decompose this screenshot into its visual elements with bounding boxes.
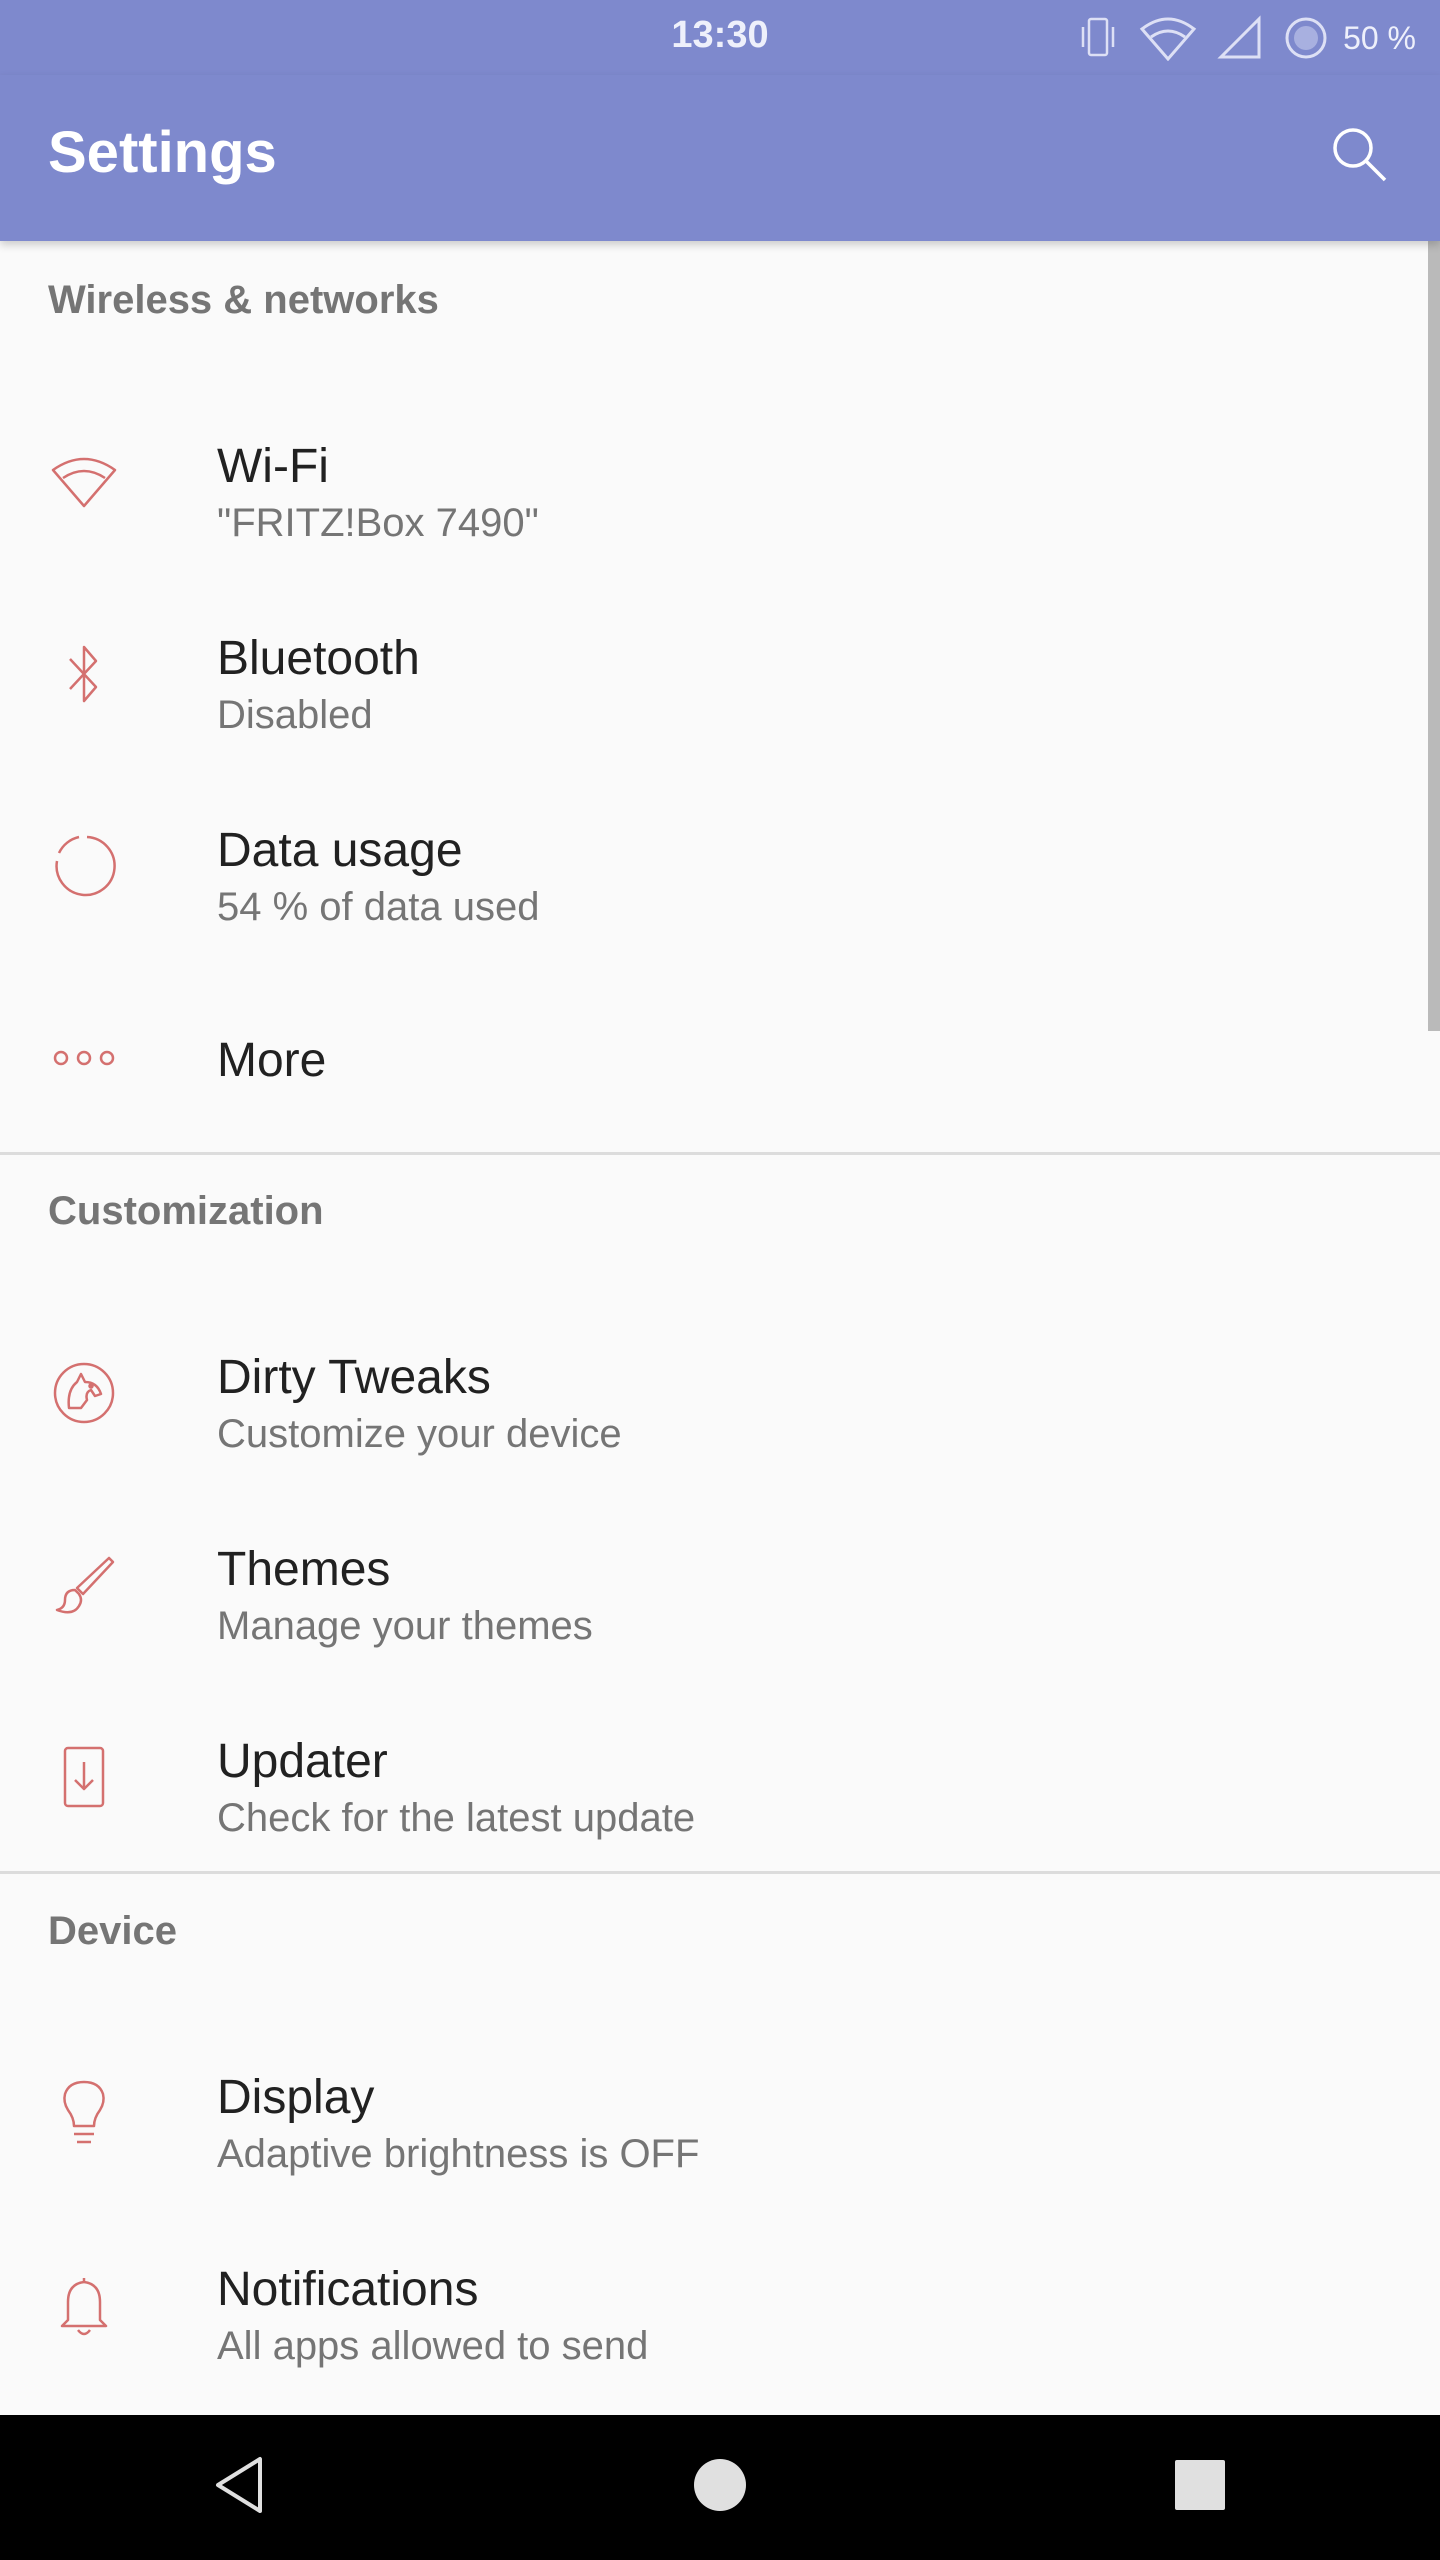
settings-item-wifi[interactable]: Wi-Fi "FRITZ!Box 7490"	[0, 387, 1428, 577]
data-usage-icon	[44, 826, 124, 906]
back-button[interactable]	[160, 2415, 320, 2560]
item-title: Updater	[217, 1735, 388, 1788]
recents-button[interactable]	[1120, 2415, 1280, 2560]
item-subtitle: "FRITZ!Box 7490"	[217, 501, 539, 545]
section-divider	[0, 1152, 1440, 1155]
system-update-icon	[44, 1737, 124, 1817]
status-icons: 50 %	[1079, 12, 1416, 64]
page-title: Settings	[48, 120, 277, 185]
more-icon	[44, 1018, 124, 1098]
section-divider	[0, 1871, 1440, 1874]
dirty-tweaks-icon	[44, 1353, 124, 1433]
item-subtitle: Disabled	[217, 693, 373, 737]
section-header-device: Device	[48, 1909, 177, 1953]
brush-icon	[44, 1545, 124, 1625]
item-title: Display	[217, 2071, 375, 2124]
home-icon	[690, 2455, 750, 2520]
search-icon	[1329, 124, 1389, 189]
wifi-icon	[1139, 15, 1197, 61]
section-header-customization: Customization	[48, 1189, 324, 1233]
settings-item-updater[interactable]: Updater Check for the latest update	[0, 1682, 1428, 1872]
wifi-icon	[44, 442, 124, 522]
app-bar: Settings	[0, 75, 1440, 241]
cell-signal-icon	[1217, 15, 1263, 61]
item-subtitle: Customize your device	[217, 1412, 622, 1456]
navigation-bar	[0, 2415, 1440, 2560]
item-title: Notifications	[217, 2263, 479, 2316]
item-subtitle: All apps allowed to send	[217, 2324, 649, 2368]
settings-item-notifications[interactable]: Notifications All apps allowed to send	[0, 2210, 1428, 2400]
status-bar: 13:30 50 %	[0, 0, 1440, 75]
item-title: Wi-Fi	[217, 440, 329, 493]
item-subtitle: 54 % of data used	[217, 885, 540, 929]
home-button[interactable]	[640, 2415, 800, 2560]
lightbulb-icon	[44, 2073, 124, 2153]
item-title: Data usage	[217, 824, 463, 877]
settings-item-bluetooth[interactable]: Bluetooth Disabled	[0, 579, 1428, 769]
item-title: More	[217, 1034, 327, 1087]
settings-list[interactable]: Wireless & networks Wi-Fi "FRITZ!Box 749…	[0, 241, 1440, 2415]
item-subtitle: Check for the latest update	[217, 1796, 696, 1840]
item-title: Bluetooth	[217, 632, 420, 685]
item-subtitle: Adaptive brightness is OFF	[217, 2132, 700, 2176]
settings-item-display[interactable]: Display Adaptive brightness is OFF	[0, 2018, 1428, 2208]
back-icon	[210, 2453, 270, 2522]
settings-item-data-usage[interactable]: Data usage 54 % of data used	[0, 771, 1428, 961]
settings-item-dirty-tweaks[interactable]: Dirty Tweaks Customize your device	[0, 1298, 1428, 1488]
item-subtitle: Manage your themes	[217, 1604, 593, 1648]
settings-item-more[interactable]: More	[0, 963, 1428, 1153]
recents-icon	[1172, 2457, 1228, 2518]
scrollbar[interactable]	[1428, 241, 1440, 1031]
item-title: Dirty Tweaks	[217, 1351, 491, 1404]
battery-icon	[1283, 15, 1329, 61]
bluetooth-icon	[44, 634, 124, 714]
settings-item-themes[interactable]: Themes Manage your themes	[0, 1490, 1428, 1680]
bell-icon	[44, 2265, 124, 2345]
item-title: Themes	[217, 1543, 391, 1596]
battery-percent: 50 %	[1343, 19, 1416, 56]
section-header-wireless: Wireless & networks	[48, 278, 439, 322]
search-button[interactable]	[1314, 111, 1404, 201]
vibrate-icon	[1079, 15, 1119, 61]
